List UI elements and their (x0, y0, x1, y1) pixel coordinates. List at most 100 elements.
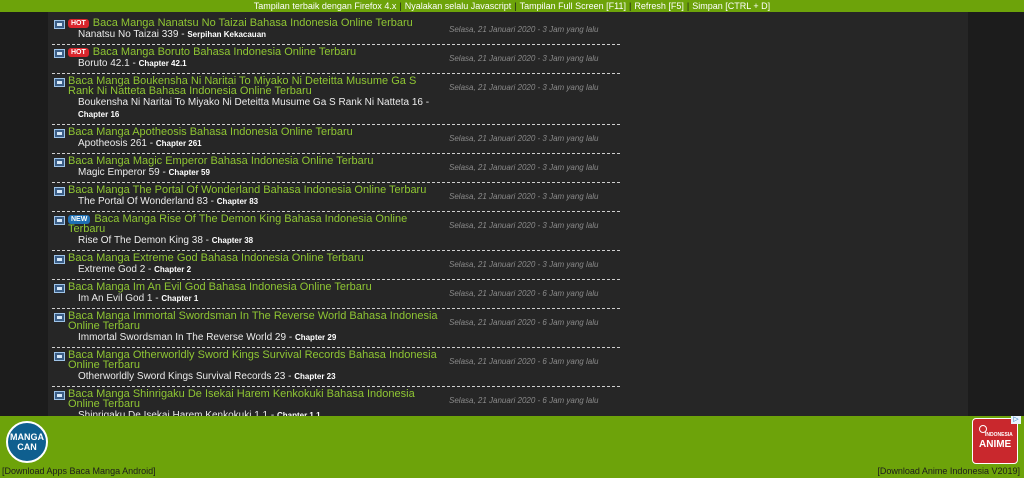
item-title-link[interactable]: Baca Manga Otherworldly Sword Kings Surv… (68, 349, 437, 371)
item-body: HOT Baca Manga Nanatsu No Taizai Bahasa I… (68, 18, 444, 41)
item-body: Baca Manga Immortal Swordsman In The Rev… (68, 311, 444, 344)
item-subtitle-text[interactable]: Extreme God 2 - (78, 264, 154, 275)
item-body: Baca Manga Magic Emperor Bahasa Indonesi… (68, 156, 444, 179)
item-title-line: Baca Manga Boukensha Ni Naritai To Miyak… (68, 75, 444, 97)
item-title-link[interactable]: Baca Manga Immortal Swordsman In The Rev… (68, 310, 438, 332)
item-chapter-label[interactable]: Chapter 42.1 (139, 59, 187, 68)
item-subtitle-text[interactable]: Boruto 42.1 - (78, 58, 139, 69)
item-chapter-label[interactable]: Chapter 29 (295, 333, 336, 342)
item-title-link[interactable]: Baca Manga Nanatsu No Taizai Bahasa Indo… (93, 17, 413, 29)
item-subtitle-text[interactable]: Immortal Swordsman In The Reverse World … (78, 332, 295, 343)
download-apps-link[interactable]: [Download Apps Baca Manga Android] (2, 466, 156, 476)
item-title-line: HOT Baca Manga Nanatsu No Taizai Bahasa I… (68, 17, 444, 29)
item-subtitle-text[interactable]: The Portal Of Wonderland 83 - (78, 196, 217, 207)
item-date: Selasa, 21 Januari 2020 - 6 Jam yang lal… (449, 289, 599, 298)
list-item: Baca Manga Extreme God Bahasa Indonesia … (52, 251, 620, 280)
monitor-icon (54, 313, 65, 322)
list-item: Baca Manga Im An Evil God Bahasa Indones… (52, 280, 620, 309)
item-title-line: Baca Manga Shinrigaku De Isekai Harem Ke… (68, 388, 444, 410)
logo-left-line2: CAN (17, 442, 37, 452)
item-title-link[interactable]: Baca Manga The Portal Of Wonderland Baha… (68, 184, 426, 196)
item-title-link[interactable]: Baca Manga Apotheosis Bahasa Indonesia O… (68, 126, 353, 138)
item-subtitle-text[interactable]: Otherworldly Sword Kings Survival Record… (78, 371, 294, 382)
item-title-link[interactable]: Baca Manga Magic Emperor Bahasa Indonesi… (68, 155, 374, 167)
item-subtitle: Boukensha Ni Naritai To Miyako Ni Deteit… (68, 97, 444, 121)
item-title-line: Baca Manga Immortal Swordsman In The Rev… (68, 310, 444, 332)
list-item: Baca Manga Apotheosis Bahasa Indonesia O… (52, 125, 620, 154)
topbar-item[interactable]: Refresh [F5] (634, 1, 684, 11)
item-subtitle: Boruto 42.1 - Chapter 42.1 (68, 58, 444, 70)
list-item: Baca Manga The Portal Of Wonderland Baha… (52, 183, 620, 212)
top-info-bar: Tampilan terbaik dengan Firefox 4.x | Nyal… (0, 0, 1024, 12)
monitor-icon (54, 20, 65, 29)
item-chapter-label[interactable]: Chapter 38 (212, 236, 253, 245)
item-chapter-label[interactable]: Chapter 2 (154, 265, 191, 274)
item-title-line: HOT Baca Manga Boruto Bahasa Indonesia On… (68, 46, 444, 58)
manga-list-panel: HOT Baca Manga Nanatsu No Taizai Bahasa I… (48, 12, 968, 416)
topbar-separator: | (686, 1, 690, 11)
item-chapter-label[interactable]: Chapter 59 (169, 168, 210, 177)
item-date: Selasa, 21 Januari 2020 - 6 Jam yang lal… (449, 357, 599, 366)
item-chapter-label[interactable]: Chapter 83 (217, 197, 258, 206)
item-date: Selasa, 21 Januari 2020 - 3 Jam yang lal… (449, 83, 599, 92)
item-subtitle-text[interactable]: Im An Evil God 1 - (78, 293, 161, 304)
topbar-separator: | (399, 1, 402, 11)
download-anime-link[interactable]: [Download Anime Indonesia V2019] (877, 466, 1020, 476)
item-subtitle: Rise Of The Demon King 38 - Chapter 38 (68, 235, 444, 247)
topbar-separator: | (514, 1, 517, 11)
item-subtitle-text[interactable]: Apotheosis 261 - (78, 138, 156, 149)
item-title-line: Baca Manga Im An Evil God Bahasa Indones… (68, 281, 444, 293)
item-date: Selasa, 21 Januari 2020 - 3 Jam yang lal… (449, 221, 599, 230)
item-title-link[interactable]: Baca Manga Boukensha Ni Naritai To Miyak… (68, 75, 416, 97)
monitor-icon (54, 49, 65, 58)
item-subtitle-text[interactable]: Nanatsu No Taizai 339 - (78, 29, 187, 40)
item-subtitle: Magic Emperor 59 - Chapter 59 (68, 167, 444, 179)
topbar-item[interactable]: Nyalakan selalu Javascript (405, 1, 512, 11)
monitor-icon (54, 158, 65, 167)
item-body: Baca Manga Apotheosis Bahasa Indonesia O… (68, 127, 444, 150)
item-chapter-label[interactable]: Chapter 1 (161, 294, 198, 303)
item-subtitle: Extreme God 2 - Chapter 2 (68, 264, 444, 276)
item-body: Baca Manga Otherworldly Sword Kings Surv… (68, 350, 444, 383)
topbar-item[interactable]: Tampilan Full Screen [F11] (520, 1, 626, 11)
item-subtitle-text[interactable]: Boukensha Ni Naritai To Miyako Ni Deteit… (78, 97, 429, 108)
mangacan-logo[interactable]: MANGA CAN (6, 421, 48, 463)
item-title-link[interactable]: Baca Manga Boruto Bahasa Indonesia Onlin… (93, 46, 356, 58)
list-item: HOT Baca Manga Nanatsu No Taizai Bahasa I… (52, 16, 620, 45)
item-subtitle: Nanatsu No Taizai 339 - Serpihan Kekacau… (68, 29, 444, 41)
item-body: Baca Manga Boukensha Ni Naritai To Miyak… (68, 76, 444, 121)
item-chapter-label[interactable]: Chapter 261 (156, 139, 202, 148)
item-title-link[interactable]: Baca Manga Im An Evil God Bahasa Indones… (68, 281, 372, 293)
item-subtitle-text[interactable]: Rise Of The Demon King 38 - (78, 235, 212, 246)
item-subtitle-text[interactable]: Magic Emperor 59 - (78, 167, 169, 178)
item-date: Selasa, 21 Januari 2020 - 6 Jam yang lal… (449, 318, 599, 327)
topbar-separator: | (629, 1, 632, 11)
item-date: Selasa, 21 Januari 2020 - 6 Jam yang lal… (449, 396, 599, 405)
topbar-item[interactable]: Simpan [CTRL + D] (692, 1, 770, 11)
anime-indonesia-logo[interactable]: INDONESIA ANIME (972, 418, 1018, 464)
monitor-icon (54, 391, 65, 400)
item-title-link[interactable]: Baca Manga Extreme God Bahasa Indonesia … (68, 252, 364, 264)
item-subtitle: Im An Evil God 1 - Chapter 1 (68, 293, 444, 305)
item-title-line: Baca Manga Extreme God Bahasa Indonesia … (68, 252, 444, 264)
item-chapter-label[interactable]: Chapter 16 (78, 110, 119, 119)
topbar-item[interactable]: Tampilan terbaik dengan Firefox 4.x (254, 1, 397, 11)
item-chapter-label[interactable]: Chapter 23 (294, 372, 335, 381)
item-body: HOT Baca Manga Boruto Bahasa Indonesia On… (68, 47, 444, 70)
item-chapter-label[interactable]: Serpihan Kekacauan (187, 30, 266, 39)
list-item: Baca Manga Immortal Swordsman In The Rev… (52, 309, 620, 348)
item-title-link[interactable]: Baca Manga Shinrigaku De Isekai Harem Ke… (68, 388, 415, 410)
item-title-link[interactable]: Baca Manga Rise Of The Demon King Bahasa… (68, 213, 407, 235)
item-title-line: Baca Manga The Portal Of Wonderland Baha… (68, 184, 444, 196)
ad-choice-icon[interactable]: ▷ (1011, 416, 1021, 424)
manga-update-list: HOT Baca Manga Nanatsu No Taizai Bahasa I… (52, 16, 620, 416)
item-subtitle: Immortal Swordsman In The Reverse World … (68, 332, 444, 344)
monitor-icon (54, 352, 65, 361)
logo-left-line1: MANGA (10, 432, 44, 442)
list-item: Baca Manga Otherworldly Sword Kings Surv… (52, 348, 620, 387)
monitor-icon (54, 78, 65, 87)
monitor-icon (54, 129, 65, 138)
monitor-icon (54, 284, 65, 293)
item-date: Selasa, 21 Januari 2020 - 3 Jam yang lal… (449, 260, 599, 269)
list-item: NEW Baca Manga Rise Of The Demon King Bah… (52, 212, 620, 251)
